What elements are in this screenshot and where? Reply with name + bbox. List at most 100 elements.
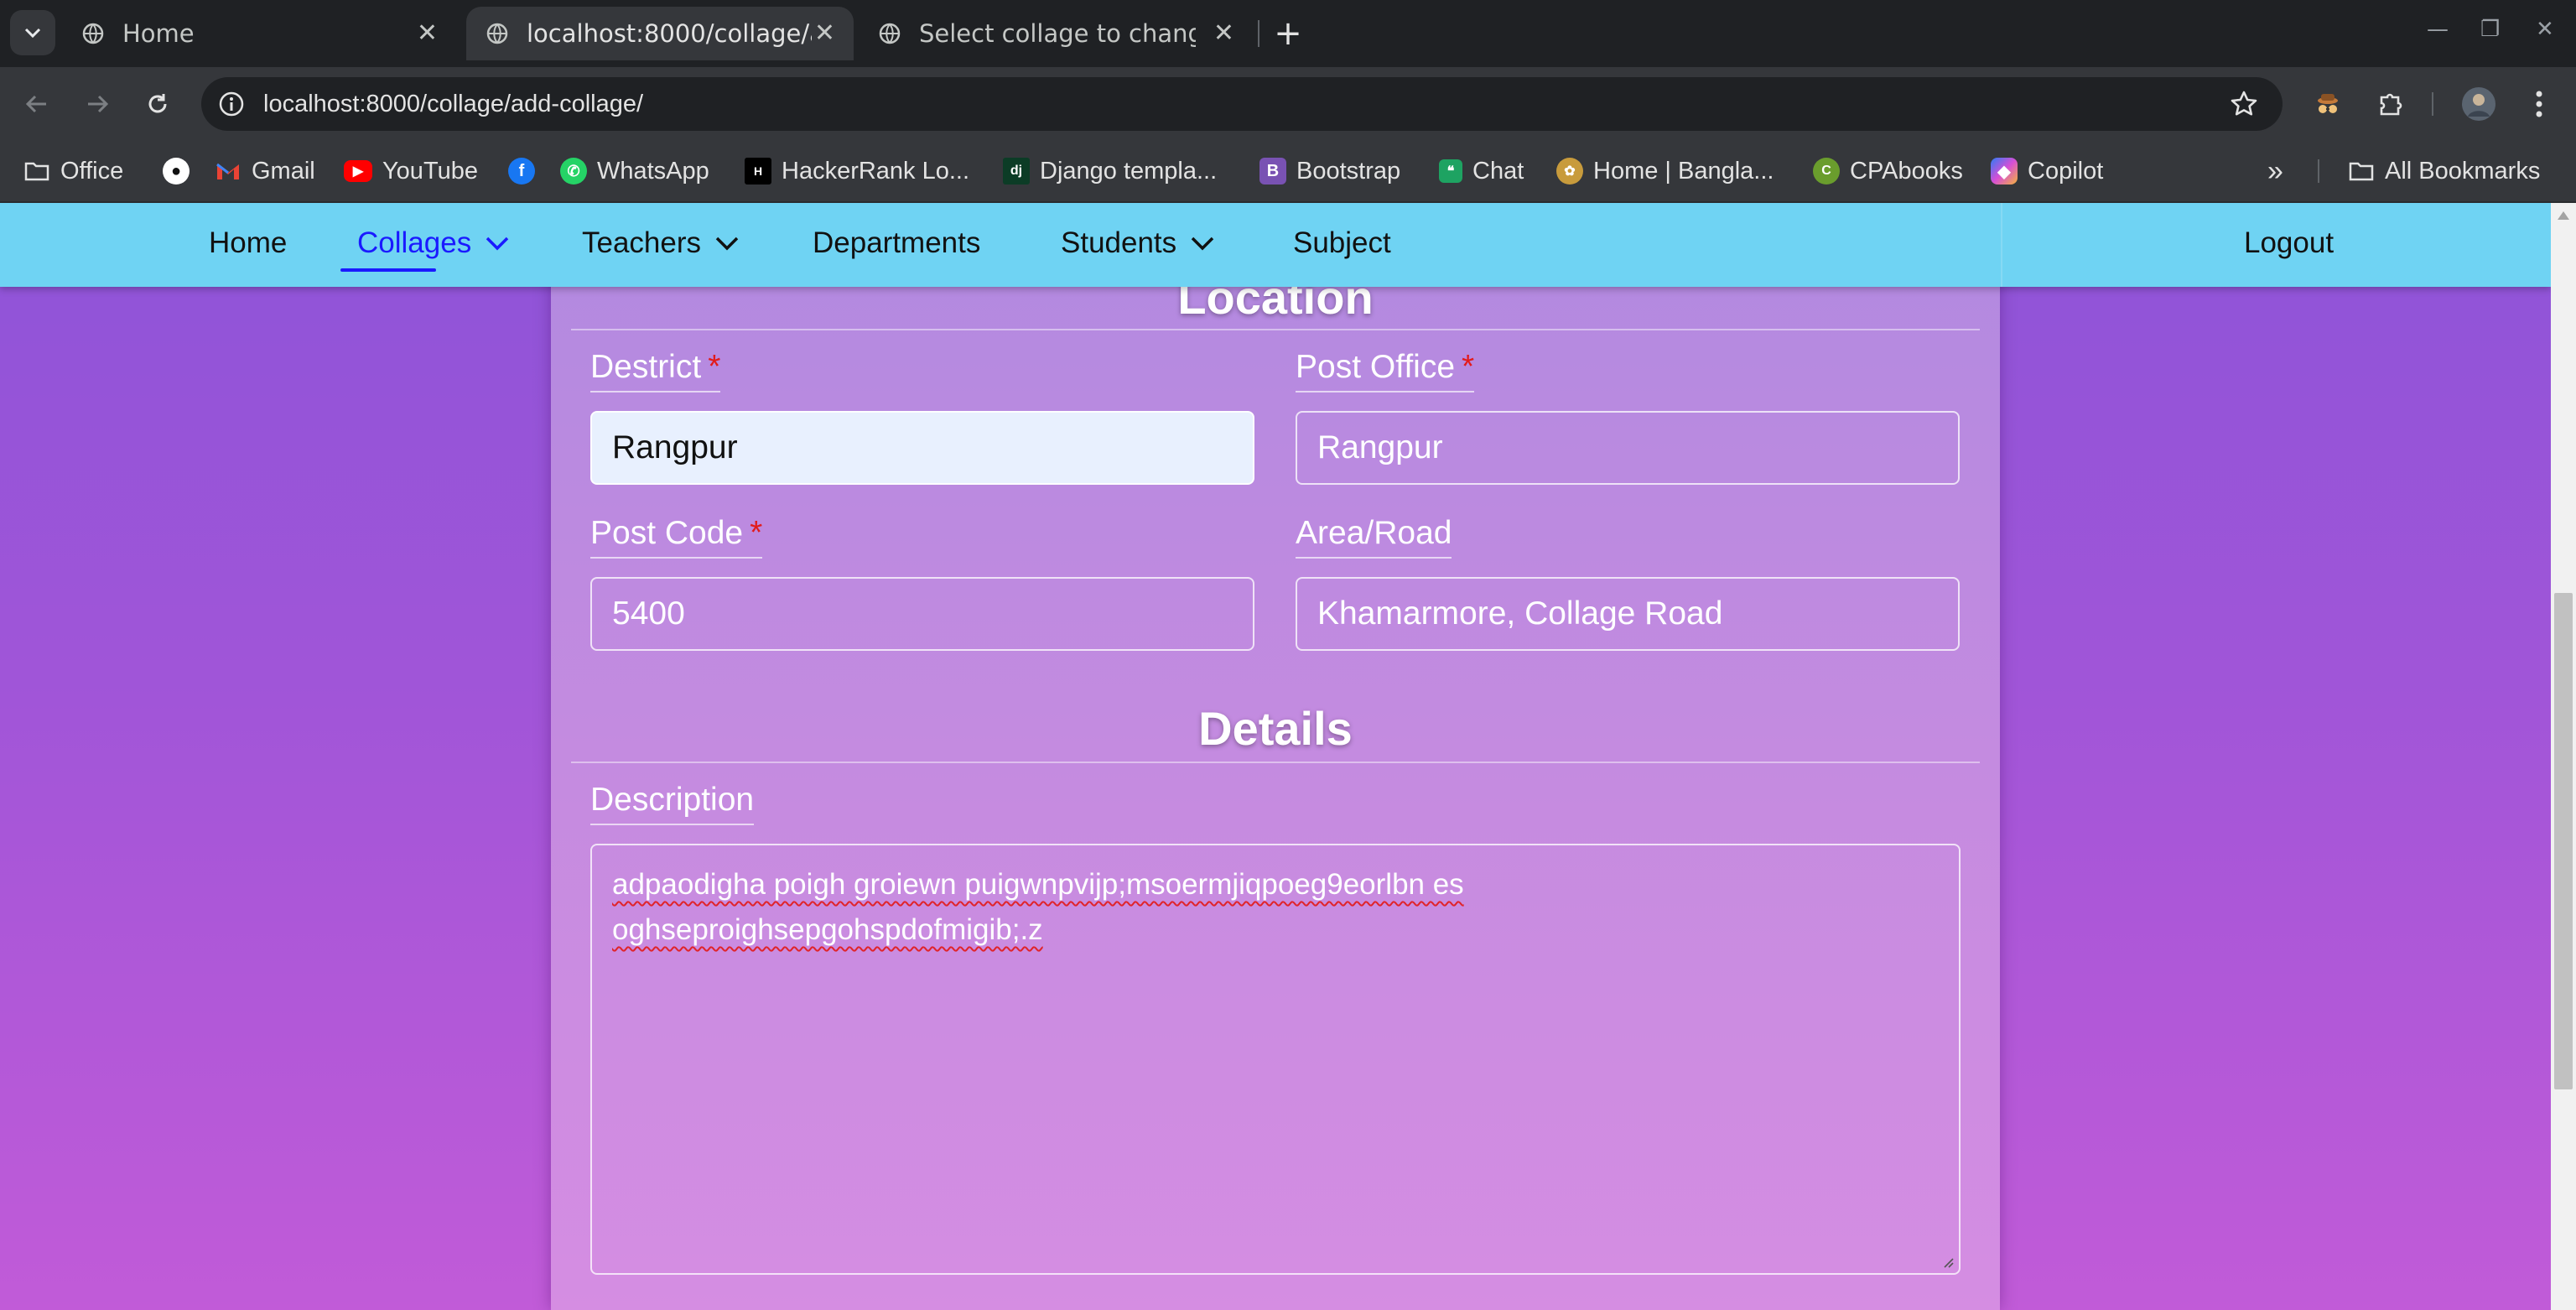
bookmarks-bar: Office ● Gmail ▶ YouTube f ✆ WhatsApp H … [0, 141, 2576, 203]
resize-grip-icon[interactable] [1940, 1255, 1954, 1268]
hackerrank-icon: H [745, 158, 771, 185]
tab-add-collage[interactable]: localhost:8000/collage/a ✕ [466, 7, 854, 60]
folder-icon [23, 158, 50, 185]
back-button[interactable] [15, 82, 59, 126]
textarea-line: adpaodigha poigh groiewn puigwnpvijp;mso… [612, 868, 1464, 901]
arrow-right-icon [88, 95, 109, 113]
post-code-input[interactable]: 5400 [590, 577, 1254, 651]
close-icon[interactable]: ✕ [417, 18, 438, 48]
scroll-up-arrow-icon[interactable] [2558, 211, 2569, 220]
cpabooks-icon: C [1813, 158, 1840, 185]
bookmark-label: Copilot [2028, 157, 2104, 185]
section-divider [571, 329, 1980, 330]
nav-students[interactable]: Students [1061, 226, 1215, 260]
tab-title: Home [122, 19, 195, 48]
input-value: 5400 [612, 595, 685, 632]
label-text: Post Code [590, 515, 744, 551]
section-divider [571, 762, 1980, 763]
reload-button[interactable] [136, 82, 179, 126]
extensions-button[interactable] [2371, 86, 2408, 122]
bookmark-star-icon[interactable] [2229, 89, 2259, 119]
bootstrap-icon: B [1259, 158, 1286, 185]
bookmark-github[interactable]: ● [163, 151, 200, 191]
input-value: Khamarmore, Collage Road [1317, 595, 1723, 632]
bookmark-chat[interactable]: ❝ Chat [1439, 151, 1524, 191]
area-road-input[interactable]: Khamarmore, Collage Road [1296, 577, 1960, 651]
area-road-label: Area/Road [1296, 515, 1452, 559]
bookmark-label: Bootstrap [1296, 157, 1401, 185]
post-office-input[interactable]: Rangpur [1296, 411, 1960, 485]
bookmark-facebook[interactable]: f [508, 151, 545, 191]
district-input[interactable]: Rangpur [590, 411, 1254, 485]
bookmark-office[interactable]: Office [23, 151, 123, 191]
form-card: Location Destrict * Rangpur Post Office * … [551, 203, 2000, 1310]
tab-select-collage[interactable]: Select collage to change ✕ [859, 7, 1253, 60]
close-window-icon[interactable]: ✕ [2536, 17, 2554, 42]
close-icon[interactable]: ✕ [814, 18, 835, 48]
logout-link[interactable]: Logout [2244, 226, 2334, 260]
browser-menu-button[interactable] [2521, 86, 2558, 122]
bookmark-bootstrap[interactable]: B Bootstrap [1259, 151, 1400, 191]
incognito-extension-icon[interactable] [2309, 86, 2346, 122]
tab-home[interactable]: Home ✕ [62, 7, 456, 60]
tab-strip: Home ✕ localhost:8000/collage/a ✕ Select… [0, 0, 2576, 67]
bookmark-copilot[interactable]: ◆ Copilot [1991, 151, 2103, 191]
chevron-down-icon [24, 28, 41, 39]
page-viewport: Location Destrict * Rangpur Post Office * … [0, 203, 2576, 1310]
label-text: Destrict [590, 349, 702, 385]
site-info-icon[interactable] [218, 91, 245, 117]
nav-departments[interactable]: Departments [813, 226, 980, 260]
bookmarks-divider [2318, 159, 2319, 183]
tab-title: Select collage to change [919, 19, 1196, 48]
more-bookmarks-button[interactable]: » [2267, 151, 2283, 191]
new-tab-button[interactable]: + [1273, 12, 1303, 55]
nav-label: Students [1061, 226, 1177, 259]
close-icon[interactable]: ✕ [1213, 18, 1234, 48]
profile-avatar[interactable] [2460, 86, 2497, 122]
post-code-label: Post Code * [590, 515, 763, 559]
chevron-down-icon [486, 237, 509, 251]
youtube-icon: ▶ [344, 160, 372, 182]
address-bar[interactable]: localhost:8000/collage/add-collage/ [201, 77, 2283, 131]
scrollbar-thumb[interactable] [2554, 593, 2573, 1089]
bookmark-label: Office [60, 157, 124, 185]
folder-icon [2348, 158, 2375, 185]
copilot-icon: ◆ [1991, 158, 2018, 185]
nav-label: Subject [1293, 226, 1391, 259]
bookmark-label: HackerRank Lo... [782, 157, 970, 185]
active-nav-underline [340, 268, 436, 272]
url-text: localhost:8000/collage/add-collage/ [263, 90, 644, 117]
nav-teachers[interactable]: Teachers [582, 226, 740, 260]
globe-icon [879, 23, 901, 44]
tab-title: localhost:8000/collage/a [527, 19, 812, 48]
minimize-icon[interactable]: — [2427, 17, 2449, 42]
bookmark-gmail[interactable]: Gmail [215, 151, 315, 191]
restore-icon[interactable]: ❐ [2480, 17, 2500, 42]
bookmark-django[interactable]: dj Django templa... [1003, 151, 1217, 191]
nav-home[interactable]: Home [209, 226, 287, 260]
required-marker: * [708, 349, 721, 385]
bookmark-cpabooks[interactable]: C CPAbooks [1813, 151, 1963, 191]
nav-subject[interactable]: Subject [1293, 226, 1391, 260]
browser-toolbar: localhost:8000/collage/add-collage/ [0, 67, 2576, 141]
bookmark-whatsapp[interactable]: ✆ WhatsApp [560, 151, 709, 191]
forward-button[interactable] [75, 82, 119, 126]
nav-collages[interactable]: Collages [357, 226, 510, 260]
nav-label: Logout [2244, 226, 2334, 259]
bookmark-bangla[interactable]: ✿ Home | Bangla... [1556, 151, 1774, 191]
all-bookmarks-button[interactable]: All Bookmarks [2348, 151, 2540, 191]
tab-search-button[interactable] [10, 10, 55, 55]
bookmark-youtube[interactable]: ▶ YouTube [344, 151, 478, 191]
reload-icon [148, 94, 167, 113]
gmail-icon [215, 158, 242, 185]
post-office-label: Post Office * [1296, 349, 1475, 392]
double-chevron-icon: » [2267, 154, 2283, 187]
bookmark-hackerrank[interactable]: H HackerRank Lo... [745, 151, 969, 191]
bookmark-label: Gmail [252, 157, 315, 185]
puzzle-icon [2380, 93, 2402, 116]
chevron-down-icon [715, 237, 739, 251]
arrow-left-icon [25, 95, 46, 113]
description-textarea[interactable]: adpaodigha poigh groiewn puigwnpvijp;mso… [590, 844, 1961, 1275]
scrollbar[interactable] [2551, 203, 2576, 1310]
input-value: Rangpur [612, 429, 738, 465]
